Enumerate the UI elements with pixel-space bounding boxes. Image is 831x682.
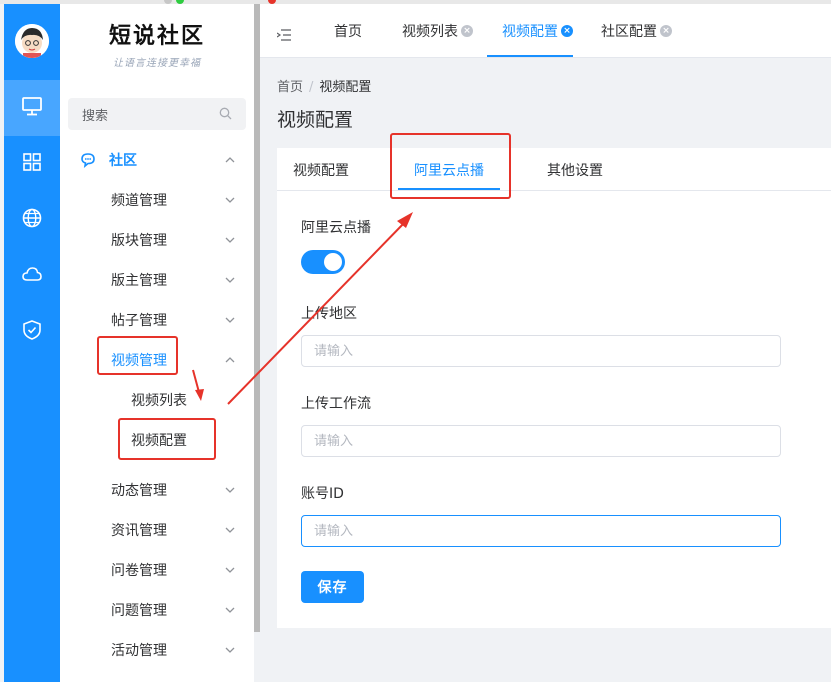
chevron-down-icon — [224, 314, 236, 326]
menu-collapse-icon[interactable] — [276, 26, 291, 41]
active-tab-indicator — [487, 55, 573, 57]
chevron-down-icon — [224, 524, 236, 536]
close-icon[interactable]: × — [561, 25, 573, 37]
close-icon[interactable]: × — [461, 25, 473, 37]
search-label: 搜索 — [82, 108, 109, 124]
tab-label: 其他设置 — [547, 162, 603, 179]
shield-rail-item[interactable] — [4, 304, 60, 360]
chevron-down-icon — [224, 484, 236, 496]
close-icon[interactable]: × — [660, 25, 672, 37]
sidebar-item-label: 视频管理 — [111, 353, 167, 369]
sidebar-subitem-label: 视频列表 — [131, 393, 187, 409]
globe-icon — [21, 207, 43, 233]
cloud-rail-item[interactable] — [4, 248, 60, 304]
sidebar-item-label: 动态管理 — [111, 483, 167, 499]
active-config-tab-indicator — [398, 188, 500, 190]
sidebar-item-label: 频道管理 — [111, 193, 167, 209]
tab-video-config[interactable]: 视频配置 × — [502, 4, 573, 58]
sidebar-section-community[interactable]: 社区 — [60, 140, 254, 180]
chevron-down-icon — [224, 274, 236, 286]
grid-icon — [21, 151, 43, 177]
tab-label: 社区配置 — [601, 24, 657, 40]
page-title: 视频配置 — [277, 109, 354, 131]
tab-aliyun-vod[interactable]: 阿里云点播 — [414, 148, 484, 191]
breadcrumb-current: 视频配置 — [319, 80, 372, 95]
sidebar-section-label: 社区 — [109, 153, 137, 169]
sidebar: 短说社区 让语言连接更幸福 搜索 社区 频道管理 版块管理 版主管理 帖子管理 … — [60, 4, 254, 682]
sidebar-item-dynamics[interactable]: 动态管理 — [60, 470, 254, 510]
breadcrumb: 首页 / 视频配置 — [277, 76, 371, 95]
chevron-down-icon — [224, 194, 236, 206]
sidebar-item-moderators[interactable]: 版主管理 — [60, 260, 254, 300]
sidebar-item-posts[interactable]: 帖子管理 — [60, 300, 254, 340]
upload-region-label: 上传地区 — [301, 306, 357, 322]
sidebar-item-label: 资讯管理 — [111, 523, 167, 539]
grid-rail-item[interactable] — [4, 136, 60, 192]
tab-label: 视频配置 — [293, 162, 349, 179]
tab-other-settings[interactable]: 其他设置 — [547, 148, 603, 191]
sidebar-item-label: 问卷管理 — [111, 563, 167, 579]
aliyun-vod-toggle[interactable] — [301, 250, 345, 274]
save-button[interactable]: 保存 — [301, 571, 364, 603]
sidebar-item-label: 版主管理 — [111, 273, 167, 289]
tab-label: 阿里云点播 — [414, 162, 484, 179]
search-icon — [219, 105, 232, 124]
tab-label: 首页 — [334, 24, 362, 40]
chevron-down-icon — [224, 564, 236, 576]
tab-label: 视频配置 — [502, 24, 558, 40]
config-card: 视频配置 阿里云点播 其他设置 阿里云点播 上传地区 上传工作流 账号ID 保存 — [277, 148, 831, 628]
tab-label: 视频列表 — [402, 24, 458, 40]
aliyun-vod-label: 阿里云点播 — [301, 220, 371, 236]
chevron-down-icon — [224, 604, 236, 616]
sidebar-search[interactable]: 搜索 — [68, 98, 246, 130]
brand-title: 短说社区 — [108, 23, 205, 49]
account-id-label: 账号ID — [301, 486, 344, 502]
sidebar-item-channels[interactable]: 频道管理 — [60, 180, 254, 220]
breadcrumb-separator: / — [309, 80, 314, 95]
toggle-knob — [324, 253, 342, 271]
chevron-up-icon — [224, 354, 236, 366]
sidebar-item-activities[interactable]: 活动管理 — [60, 630, 254, 670]
account-id-input[interactable] — [301, 515, 781, 547]
monitor-icon — [21, 95, 43, 121]
header-tabbar: 首页 视频列表 × 视频配置 × 社区配置 × — [260, 4, 831, 58]
sidebar-item-label: 帖子管理 — [111, 313, 167, 329]
tab-video-list[interactable]: 视频列表 × — [402, 4, 473, 58]
shield-icon — [21, 319, 43, 345]
tab-community-config[interactable]: 社区配置 × — [601, 4, 672, 58]
chat-icon — [80, 152, 96, 168]
sidebar-subitem-video-config[interactable]: 视频配置 — [60, 420, 254, 460]
sidebar-item-label: 版块管理 — [111, 233, 167, 249]
tab-video-settings[interactable]: 视频配置 — [293, 148, 349, 191]
brand: 短说社区 让语言连接更幸福 — [60, 18, 254, 69]
sidebar-subitem-video-list[interactable]: 视频列表 — [60, 380, 254, 420]
sidebar-item-videos[interactable]: 视频管理 — [60, 340, 254, 380]
brand-subtitle: 让语言连接更幸福 — [113, 58, 201, 69]
sidebar-item-boards[interactable]: 版块管理 — [60, 220, 254, 260]
upload-workflow-input[interactable] — [301, 425, 781, 457]
breadcrumb-home[interactable]: 首页 — [277, 80, 303, 95]
tab-home[interactable]: 首页 — [334, 4, 362, 58]
sidebar-item-label: 活动管理 — [111, 643, 167, 659]
upload-region-input[interactable] — [301, 335, 781, 367]
sidebar-item-surveys[interactable]: 问卷管理 — [60, 550, 254, 590]
sidebar-subitem-label: 视频配置 — [131, 433, 187, 449]
avatar[interactable] — [15, 24, 49, 58]
chevron-up-icon — [224, 154, 236, 166]
monitor-rail-item[interactable] — [4, 80, 60, 136]
chevron-down-icon — [224, 644, 236, 656]
sidebar-item-questions[interactable]: 问题管理 — [60, 590, 254, 630]
chevron-down-icon — [224, 234, 236, 246]
sidebar-scrollbar[interactable] — [254, 4, 260, 632]
config-tabs: 视频配置 阿里云点播 其他设置 — [277, 148, 831, 191]
sidebar-item-news[interactable]: 资讯管理 — [60, 510, 254, 550]
upload-workflow-label: 上传工作流 — [301, 396, 371, 412]
sidebar-item-label: 问题管理 — [111, 603, 167, 619]
cloud-icon — [21, 263, 43, 289]
globe-rail-item[interactable] — [4, 192, 60, 248]
icon-rail — [4, 4, 60, 682]
